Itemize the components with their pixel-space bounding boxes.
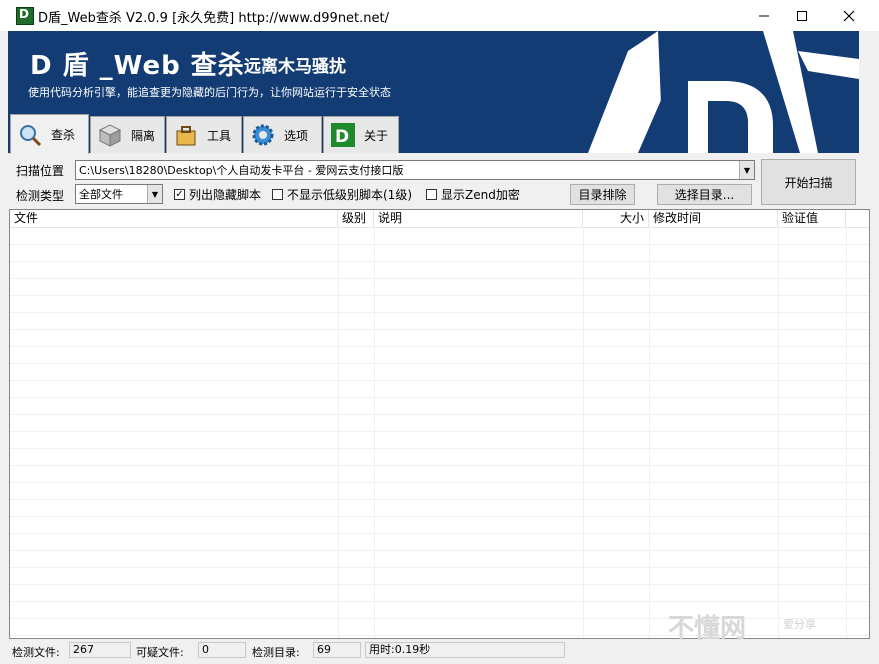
tab-label: 隔离 [131, 128, 156, 143]
grid-row-line [10, 414, 869, 415]
checkbox-show-zend[interactable] [426, 189, 437, 200]
grid-row-line [10, 312, 869, 313]
detect-type-label: 检测类型 [16, 189, 65, 203]
minimize-icon [759, 15, 769, 16]
app-logo-icon: D [16, 7, 34, 25]
tab-scan[interactable]: 查杀 [10, 114, 89, 154]
grid-row-line [10, 261, 869, 262]
close-button[interactable] [826, 0, 872, 31]
column-header-description[interactable]: 说明 [374, 210, 583, 227]
tab-label: 工具 [207, 128, 232, 143]
grid-row-line [10, 397, 869, 398]
gear-icon [250, 122, 276, 148]
status-dirs-label: 检测目录: [252, 646, 300, 659]
banner-subtitle: 使用代码分析引擎，能追查更为隐藏的后门行为，让你网站运行于安全状态 [28, 86, 391, 99]
status-files-value: 267 [69, 642, 131, 658]
tab-label: 选项 [284, 128, 309, 143]
column-header-level[interactable]: 级别 [338, 210, 374, 227]
tab-options[interactable]: 选项 [243, 116, 322, 153]
column-header-hash[interactable]: 验证值 [778, 210, 846, 227]
d-logo-icon: D [330, 122, 356, 148]
checkbox-show-zend-label: 显示Zend加密 [441, 188, 520, 202]
tab-quarantine[interactable]: 隔离 [90, 116, 165, 153]
d-shield-logo-icon [588, 31, 859, 153]
grid-row-line [10, 295, 869, 296]
column-header-modified[interactable]: 修改时间 [649, 210, 778, 227]
grid-row-line [10, 516, 869, 517]
checkbox-hidden-scripts[interactable]: ✓ [174, 189, 185, 200]
result-list[interactable]: 文件 级别 说明 大小 修改时间 验证值 [9, 209, 870, 639]
grid-row-line [10, 533, 869, 534]
list-header: 文件 级别 说明 大小 修改时间 验证值 [10, 210, 869, 228]
grid-column-line [649, 227, 650, 638]
grid-row-line [10, 482, 869, 483]
window-title: D盾_Web查杀 V2.0.9 [永久免费] http://www.d99net… [38, 11, 390, 26]
status-suspicious-value: 0 [198, 642, 246, 658]
banner-slogan: 远离木马骚扰 [244, 57, 346, 77]
status-dirs-value: 69 [313, 642, 361, 658]
checkbox-hide-lowlevel[interactable] [272, 189, 283, 200]
grid-column-line [338, 227, 339, 638]
grid-row-line [10, 499, 869, 500]
grid-row-line [10, 278, 869, 279]
start-scan-button[interactable]: 开始扫描 [761, 159, 856, 205]
grid-row-line [10, 601, 869, 602]
grid-row-line [10, 346, 869, 347]
status-files-label: 检测文件: [12, 646, 60, 659]
exclude-dir-button[interactable]: 目录排除 [570, 184, 635, 205]
watermark-subtext: 爱分享 [783, 618, 816, 631]
select-dir-button[interactable]: 选择目录... [657, 184, 752, 205]
banner-title: D 盾 _Web 查杀 [30, 51, 245, 81]
detect-type-value: 全部文件 [79, 188, 123, 201]
grid-row-line [10, 363, 869, 364]
tab-label: 关于 [364, 128, 389, 143]
title-bar: D D盾_Web查杀 V2.0.9 [永久免费] http://www.d99n… [0, 0, 879, 31]
grid-row-line [10, 584, 869, 585]
grid-row-line [10, 448, 869, 449]
grid-row-line [10, 465, 869, 466]
close-icon [843, 10, 855, 21]
toolbox-icon [173, 122, 199, 148]
status-elapsed-time: 用时:0.19秒 [365, 642, 565, 658]
detect-type-select[interactable]: 全部文件 ▼ [75, 184, 163, 204]
grid-row-line [10, 431, 869, 432]
scan-location-label: 扫描位置 [16, 164, 65, 178]
column-header-file[interactable]: 文件 [10, 210, 338, 227]
checkbox-hide-lowlevel-label: 不显示低级别脚本(1级) [287, 188, 412, 202]
grid-column-line [583, 227, 584, 638]
chevron-down-icon[interactable]: ▼ [739, 161, 754, 179]
grid-row-line [10, 380, 869, 381]
chevron-down-icon[interactable]: ▼ [147, 185, 162, 203]
grid-row-line [10, 567, 869, 568]
status-bar: 检测文件: 267 可疑文件: 0 检测目录: 69 用时:0.19秒 [0, 640, 879, 664]
scan-location-value: C:\Users\18280\Desktop\个人自动发卡平台 - 爱网云支付接… [79, 164, 404, 177]
tab-label: 查杀 [51, 128, 76, 142]
box-icon [97, 122, 123, 148]
grid-row-line [10, 244, 869, 245]
grid-row-line [10, 550, 869, 551]
maximize-button[interactable] [779, 0, 825, 31]
tab-about[interactable]: D 关于 [323, 116, 399, 153]
column-header-size[interactable]: 大小 [583, 210, 649, 227]
maximize-icon [797, 10, 807, 21]
grid-column-line [778, 227, 779, 638]
grid-column-line [374, 227, 375, 638]
status-suspicious-label: 可疑文件: [136, 646, 184, 659]
grid-column-line [846, 227, 847, 638]
tab-tools[interactable]: 工具 [166, 116, 242, 153]
magnifier-icon [17, 122, 43, 148]
grid-row-line [10, 329, 869, 330]
checkbox-hidden-scripts-label: 列出隐藏脚本 [189, 188, 262, 202]
scan-location-combo[interactable]: C:\Users\18280\Desktop\个人自动发卡平台 - 爱网云支付接… [75, 160, 755, 180]
svg-text:D: D [335, 127, 349, 147]
